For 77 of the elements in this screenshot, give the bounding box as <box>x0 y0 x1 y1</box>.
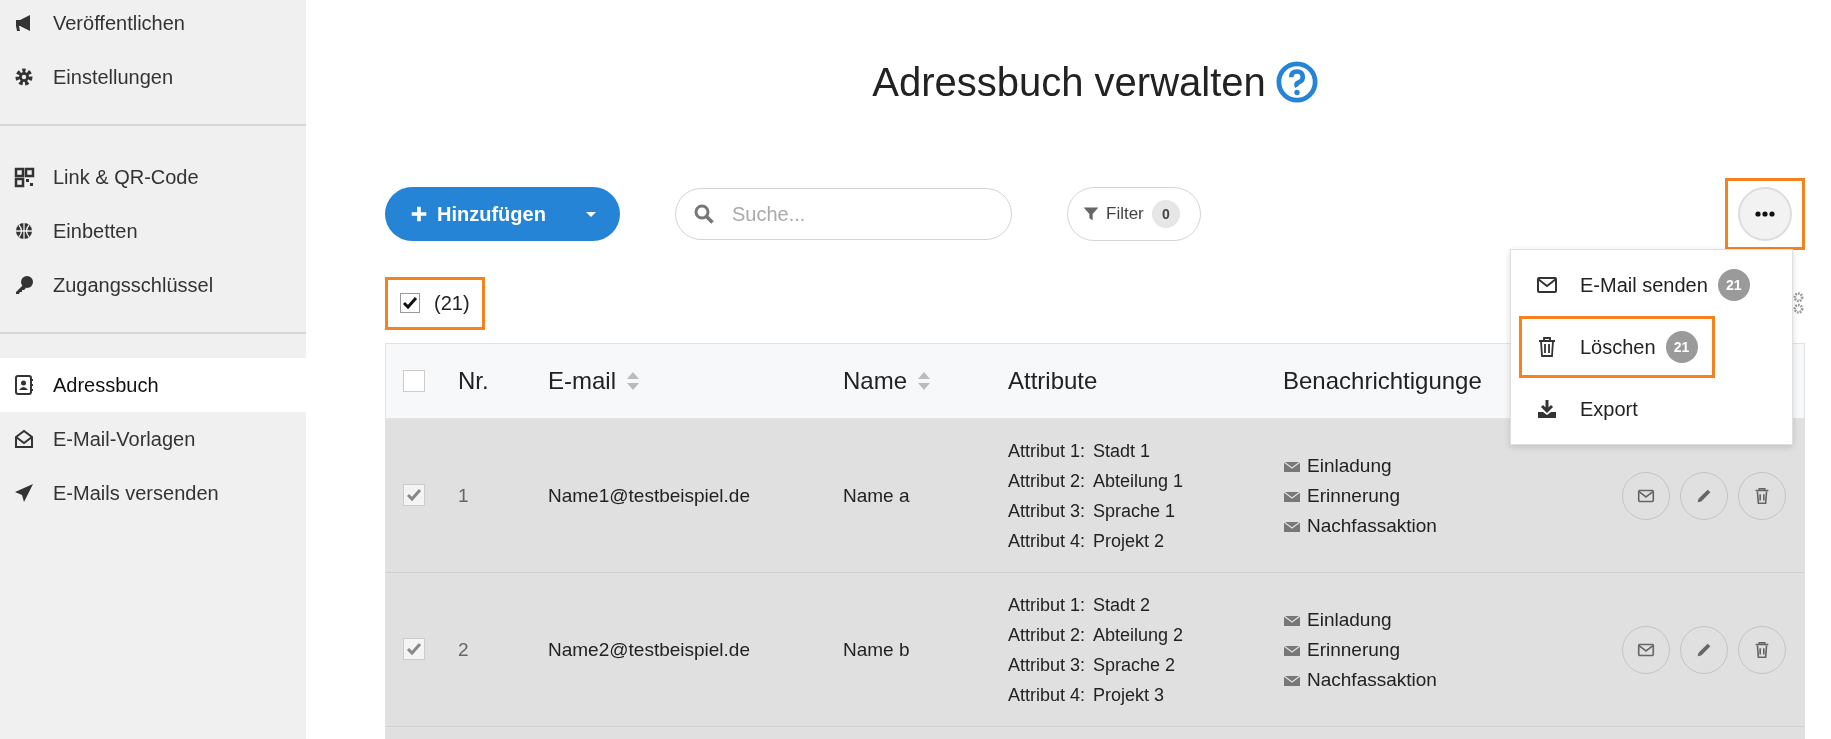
notification-text: Erinnerung <box>1307 637 1400 662</box>
email-text: Name1@testbeispiel.de <box>548 484 750 506</box>
open-envelope-icon <box>13 428 35 450</box>
attribute-value: Sprache 2 <box>1093 653 1177 677</box>
attribute-label: Attribut 3: <box>1008 499 1086 523</box>
check-icon <box>406 486 422 503</box>
contact-book-icon <box>13 374 35 396</box>
attribute-value: Projekt 3 <box>1093 683 1166 707</box>
row-number: 1 <box>458 484 469 506</box>
attribute-value: Abteilung 2 <box>1093 623 1184 647</box>
checkbox[interactable] <box>403 483 425 506</box>
more-button[interactable] <box>1738 187 1792 241</box>
attribute-label: Attribut 1: <box>1008 593 1086 617</box>
qr-code-icon <box>13 166 35 188</box>
attribute-value: Projekt 2 <box>1093 529 1166 553</box>
sidebar-item[interactable]: Link & QR-Code <box>0 150 306 204</box>
menu-item[interactable]: Export <box>1519 378 1655 440</box>
sidebar-item[interactable]: Adressbuch <box>0 358 306 412</box>
count-badge: 0 <box>1151 200 1180 228</box>
attribute-label: Attribut 4: <box>1008 683 1086 707</box>
notification-text: Erinnerung <box>1307 483 1400 508</box>
name-text: Name a <box>843 484 910 506</box>
check-icon <box>406 640 422 657</box>
checkbox[interactable] <box>403 370 425 392</box>
column-header[interactable]: E-mail <box>548 367 616 395</box>
notification-text: Nachfassaktion <box>1307 513 1437 538</box>
settings-icon <box>13 66 35 88</box>
sidebar-item[interactable]: Einbetten <box>0 204 306 258</box>
email-text: Name2@testbeispiel.de <box>548 638 750 660</box>
sort-icon <box>626 371 640 391</box>
envelope-icon <box>1536 274 1558 296</box>
globe-icon <box>13 220 35 242</box>
sidebar-item[interactable]: Zugangsschlüssel <box>0 258 306 312</box>
plus-icon <box>409 204 429 224</box>
help-icon <box>1275 61 1318 103</box>
attribute-label: Attribut 4: <box>1008 529 1086 553</box>
key-icon <box>13 274 35 296</box>
sidebar-item[interactable]: Einstellungen <box>0 50 306 104</box>
check-icon <box>402 295 418 311</box>
attribute-value: Abteilung 1 <box>1093 469 1184 493</box>
menu-item[interactable]: Löschen 21 <box>1519 316 1715 378</box>
filter-button[interactable]: Filter 0 <box>1067 187 1201 241</box>
sidebar-item[interactable]: E-Mails versenden <box>0 466 306 520</box>
more-icon <box>1754 208 1776 220</box>
attribute-label: Attribut 2: <box>1008 623 1086 647</box>
name-text: Name b <box>843 638 910 660</box>
paper-plane-icon <box>13 482 35 504</box>
checkbox[interactable] <box>400 293 420 313</box>
attribute-label: Attribut 3: <box>1008 653 1086 677</box>
attribute-value: Sprache 1 <box>1093 499 1177 523</box>
count-badge: 21 <box>1717 269 1750 301</box>
add-button[interactable]: Hinzufügen <box>385 187 620 241</box>
page-title: Adressbuch verwalten <box>872 59 1266 105</box>
sidebar-item[interactable]: Veröffentlichen <box>0 0 306 50</box>
sidebar-item[interactable]: E-Mail-Vorlagen <box>0 412 306 466</box>
sort-icon <box>917 371 932 391</box>
attribute-label: Attribut 1: <box>1008 439 1086 463</box>
download-icon <box>1536 398 1558 420</box>
selection-count: (21) <box>434 291 470 315</box>
column-header: Attribute <box>1008 367 1098 395</box>
column-header[interactable]: Name <box>843 367 908 395</box>
notification-text: Einladung <box>1307 607 1392 632</box>
checkbox[interactable] <box>403 637 425 660</box>
column-header: Nr. <box>458 367 489 395</box>
menu-item[interactable]: E-Mail senden 21 <box>1519 254 1767 316</box>
notification-text: Einladung <box>1307 453 1392 478</box>
attribute-value: Stadt 1 <box>1093 439 1152 463</box>
trash-icon <box>1536 336 1558 358</box>
row-number: 2 <box>458 638 469 660</box>
column-header: Benachrichtigunge <box>1283 367 1482 395</box>
search-field[interactable]: Suche... <box>675 188 1012 240</box>
gear-icon <box>1792 291 1805 315</box>
attribute-value: Stadt 2 <box>1093 593 1152 617</box>
funnel-icon <box>1082 205 1100 223</box>
attribute-label: Attribut 2: <box>1008 469 1086 493</box>
count-badge: 21 <box>1665 331 1698 363</box>
notification-text: Nachfassaktion <box>1307 667 1437 692</box>
